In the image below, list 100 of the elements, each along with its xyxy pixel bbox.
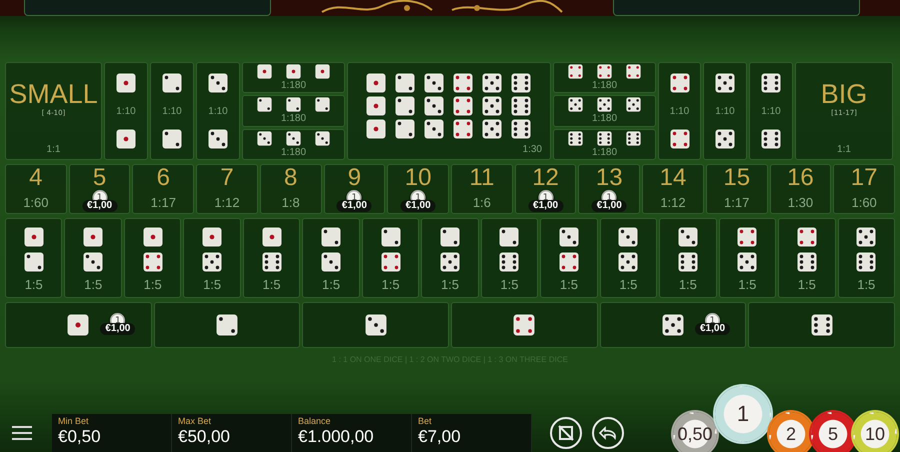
chip-button[interactable]: 5 xyxy=(811,412,855,452)
die-icon xyxy=(568,97,583,112)
payout-label: 1:60 xyxy=(851,195,877,210)
total-bet-area[interactable]: 9 1 €1,00 xyxy=(324,164,386,214)
total-bet-area[interactable]: 12 1 €1,00 xyxy=(514,164,576,214)
payout-label: 1:17 xyxy=(150,195,176,210)
double-bet-area[interactable]: 1:10 xyxy=(703,62,747,160)
combination-bet-area[interactable]: 1:5 xyxy=(600,218,658,298)
single-bet-area[interactable] xyxy=(748,302,895,348)
bet-title: SMALL xyxy=(9,79,98,109)
combination-bet-area[interactable]: 1:5 xyxy=(362,218,420,298)
total-number: 5 xyxy=(92,166,106,190)
stat-label: Min Bet xyxy=(58,416,90,426)
chip-button[interactable]: 10 xyxy=(853,412,897,452)
combination-bet-area[interactable]: 1:5 xyxy=(718,218,776,298)
triple-bet-area[interactable]: 1:180 xyxy=(553,128,656,160)
single-bet-area[interactable]: 1 €1,00 xyxy=(5,302,152,348)
total-bet-area[interactable]: 8 1:8 xyxy=(260,164,322,214)
combination-bet-area[interactable]: 1:5 xyxy=(659,218,717,298)
die-icon xyxy=(761,73,781,93)
die-icon xyxy=(482,73,502,93)
combination-bet-area[interactable]: 1:5 xyxy=(421,218,479,298)
double-bet-area[interactable]: 1:10 xyxy=(150,62,194,160)
die-icon xyxy=(452,73,472,93)
combination-bet-area[interactable]: 1:5 xyxy=(480,218,538,298)
single-bet-area[interactable]: 1 €1,00 xyxy=(600,302,746,348)
undo-button[interactable] xyxy=(592,417,624,449)
total-number: 11 xyxy=(469,166,494,190)
triple-bet-area[interactable]: 1:180 xyxy=(553,95,656,127)
combination-bet-area[interactable]: 1:5 xyxy=(124,218,182,298)
payout-label: 1:10 xyxy=(715,106,735,116)
chip-button[interactable]: 2 xyxy=(769,412,813,452)
clear-bets-button[interactable] xyxy=(550,417,582,449)
chip-button[interactable]: 0,50 xyxy=(673,412,717,452)
combination-bet-area[interactable]: 1:5 xyxy=(838,218,895,298)
die-icon xyxy=(162,73,182,93)
total-bet-area[interactable]: 7 1:12 xyxy=(196,164,258,214)
die-icon xyxy=(510,73,530,93)
payout-label: 1:10 xyxy=(116,106,136,116)
combination-bet-area[interactable]: 1:5 xyxy=(540,218,598,298)
total-number: 17 xyxy=(850,166,878,190)
combination-bet-area[interactable]: 1:5 xyxy=(778,218,836,298)
die-icon xyxy=(618,227,638,247)
double-bet-area[interactable]: 1:10 xyxy=(658,62,701,160)
die-icon xyxy=(856,227,876,247)
single-bet-area[interactable] xyxy=(451,302,598,348)
payout-label: 1:5 xyxy=(84,277,102,292)
triple-bet-area[interactable]: 1:180 xyxy=(242,95,345,127)
total-bet-area[interactable]: 10 1 €1,00 xyxy=(387,164,449,214)
clear-icon xyxy=(557,424,575,442)
total-bet-area[interactable]: 14 1:12 xyxy=(642,164,704,214)
die-icon xyxy=(452,96,472,116)
die-icon xyxy=(452,119,472,139)
combination-bet-area[interactable]: 1:5 xyxy=(242,218,300,298)
total-bet-area[interactable]: 15 1:17 xyxy=(706,164,768,214)
die-icon xyxy=(321,227,342,247)
die-icon xyxy=(558,252,579,272)
total-number: 8 xyxy=(284,166,298,190)
combination-bet-area[interactable]: 1:5 xyxy=(302,218,360,298)
total-bet-area[interactable]: 11 1:6 xyxy=(451,164,513,214)
payout-label: 1:180 xyxy=(280,113,306,124)
triple-bet-area[interactable]: 1:180 xyxy=(242,128,345,160)
total-bet-area[interactable]: 17 1:60 xyxy=(833,164,895,214)
die-icon xyxy=(142,252,163,272)
double-bet-area[interactable]: 1:10 xyxy=(104,62,148,160)
triple-bet-area[interactable]: 1:180 xyxy=(242,62,345,94)
payout-label: 1:12 xyxy=(660,195,686,210)
triple-bet-area[interactable]: 1:180 xyxy=(553,62,656,94)
payout-label: 1:10 xyxy=(162,106,182,116)
die-icon xyxy=(618,252,638,272)
die-icon xyxy=(315,97,330,112)
double-bet-area[interactable]: 1:10 xyxy=(749,62,793,160)
payout-label: 1:180 xyxy=(280,146,306,158)
payout-label: 1:10 xyxy=(208,106,228,116)
payout-label: 1:10 xyxy=(761,106,781,116)
die-icon xyxy=(761,129,781,149)
single-bet-area[interactable] xyxy=(302,302,449,348)
any-triple-bet-area[interactable]: 1:30 xyxy=(347,62,551,160)
payout-label: 1:30 xyxy=(522,144,542,155)
die-icon xyxy=(366,119,386,139)
chip-button[interactable]: 1 xyxy=(715,386,771,442)
payout-label: 1:5 xyxy=(738,277,756,292)
stat-label: Max Bet xyxy=(178,416,212,426)
payout-label: 1:5 xyxy=(619,277,638,292)
die-icon xyxy=(424,119,444,139)
bet-amount: €1,00 xyxy=(82,200,118,212)
combination-bet-area[interactable]: 1:5 xyxy=(64,218,122,298)
die-icon xyxy=(510,96,530,116)
total-bet-area[interactable]: 4 1:60 xyxy=(5,164,67,214)
combination-bet-area[interactable]: 1:5 xyxy=(5,218,62,298)
total-bet-area[interactable]: 16 1:30 xyxy=(770,164,832,214)
total-bet-area[interactable]: 6 1:17 xyxy=(132,164,194,214)
stat-label: Bet xyxy=(418,416,433,426)
total-bet-area[interactable]: 13 1 €1,00 xyxy=(578,164,640,214)
double-bet-area[interactable]: 1:10 xyxy=(196,62,240,160)
single-bet-area[interactable] xyxy=(154,302,300,348)
total-bet-area[interactable]: 5 1 €1,00 xyxy=(68,164,130,214)
combination-bet-area[interactable]: 1:5 xyxy=(183,218,241,298)
total-number: 4 xyxy=(29,166,43,190)
stat-value: €7,00 xyxy=(418,426,462,448)
